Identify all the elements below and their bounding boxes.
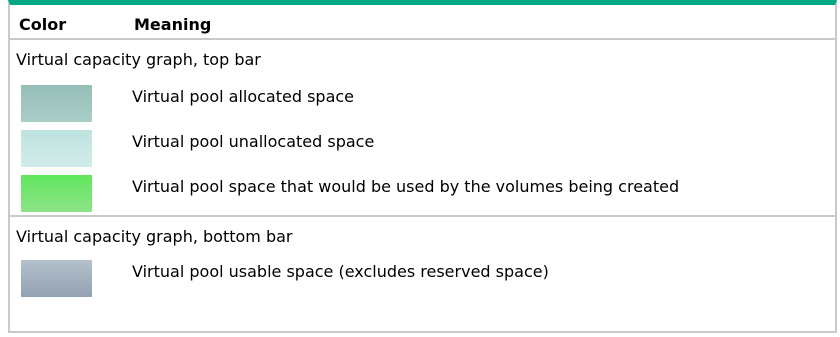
section-row-top-bar: Virtual capacity graph, top bar: [10, 40, 835, 78]
header-color: Color: [19, 15, 67, 34]
header-meaning: Meaning: [134, 15, 212, 34]
table-row: Virtual pool space that would be used by…: [10, 168, 835, 212]
table-header-row: Color Meaning: [10, 5, 835, 40]
item-meaning: Virtual pool space that would be used by…: [132, 177, 680, 196]
section-row-bottom-bar: Virtual capacity graph, bottom bar: [10, 215, 835, 253]
section-label: Virtual capacity graph, top bar: [16, 50, 261, 69]
table-row: Virtual pool usable space (excludes rese…: [10, 253, 835, 297]
item-meaning: Virtual pool usable space (excludes rese…: [132, 262, 549, 281]
color-swatch: [21, 85, 92, 122]
section-label: Virtual capacity graph, bottom bar: [16, 227, 293, 246]
table-row: Virtual pool unallocated space: [10, 123, 835, 167]
table-row: Virtual pool allocated space: [10, 78, 835, 122]
item-meaning: Virtual pool allocated space: [132, 87, 355, 106]
color-swatch: [21, 130, 92, 167]
item-meaning: Virtual pool unallocated space: [132, 132, 375, 151]
color-swatch: [21, 175, 92, 212]
color-legend-table: Color Meaning Virtual capacity graph, to…: [8, 0, 837, 333]
color-swatch: [21, 260, 92, 297]
